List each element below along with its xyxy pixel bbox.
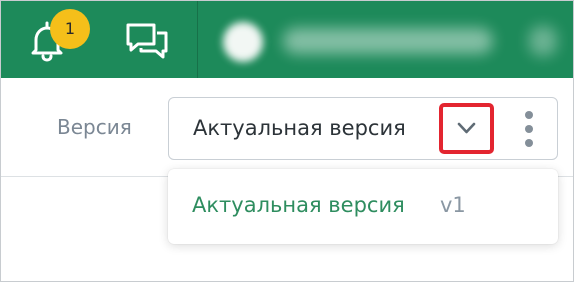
user-name-blurred[interactable] (283, 28, 493, 54)
user-menu-blurred[interactable] (529, 26, 557, 56)
version-label: Версия (57, 115, 132, 139)
version-dropdown-toggle[interactable] (439, 103, 494, 154)
version-option-tag: v1 (440, 193, 466, 217)
top-navigation-bar: 1 (1, 1, 573, 78)
chevron-down-icon (457, 122, 476, 134)
version-select[interactable]: Актуальная версия (168, 97, 558, 160)
notification-count-badge: 1 (50, 9, 90, 49)
chat-icon (126, 23, 168, 59)
version-option-label: Актуальная версия (192, 193, 405, 217)
more-vertical-icon (525, 139, 533, 147)
avatar[interactable] (223, 22, 263, 62)
more-options-button[interactable] (517, 108, 541, 150)
version-option[interactable]: Актуальная версия v1 (168, 169, 558, 244)
more-vertical-icon (525, 111, 533, 119)
messages-button[interactable] (123, 21, 171, 61)
app-frame: 1 Версия Актуальная версия Актуальная ве… (0, 0, 574, 282)
more-vertical-icon (525, 125, 533, 133)
version-select-value: Актуальная версия (193, 116, 406, 140)
header-divider (197, 1, 198, 78)
version-dropdown-menu: Актуальная версия v1 (168, 169, 558, 244)
